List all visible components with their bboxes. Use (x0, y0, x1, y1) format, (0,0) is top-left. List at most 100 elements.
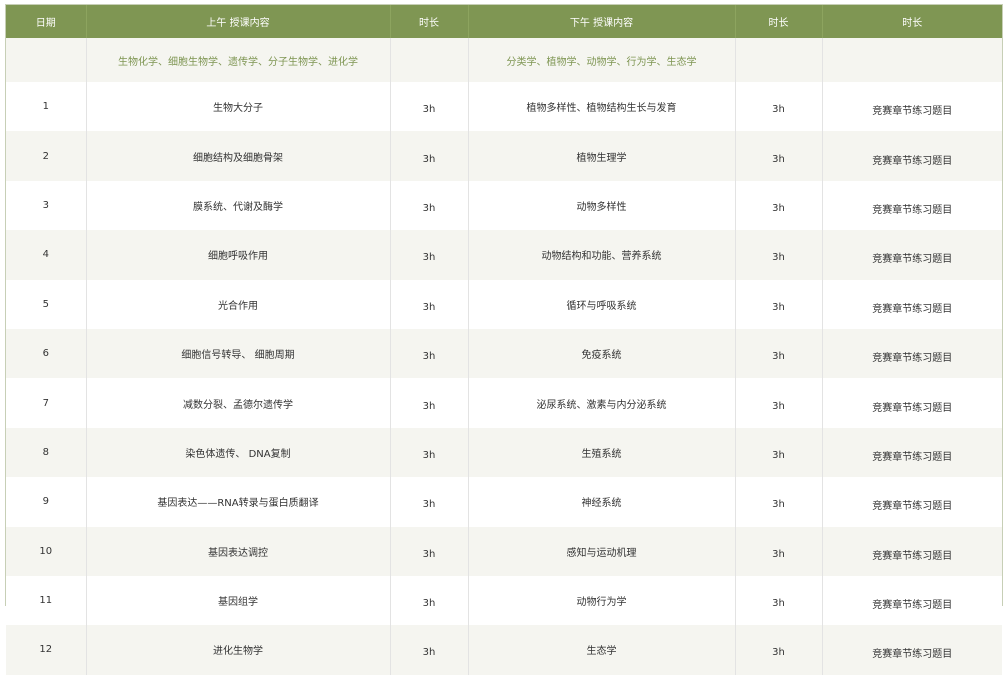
cell-afternoon-content: 生殖系统 (467, 427, 735, 478)
cell-morning-content: 细胞信号转导、 细胞周期 (85, 328, 390, 379)
cell-afternoon-duration: 3h (734, 131, 822, 181)
cell-morning-content: 减数分裂、孟德尔遗传学 (85, 378, 390, 428)
cell-afternoon-duration: 3h (734, 82, 822, 132)
cell-afternoon-content: 生态学 (467, 625, 735, 675)
cell-morning-duration: 3h (389, 82, 468, 132)
table-row: 11 基因组学 3h 动物行为学 3h 竞赛章节练习题目 (6, 575, 1002, 626)
cell-extra: 竞赛章节练习题目 (821, 378, 1002, 428)
header-afternoon-content: 下午 授课内容 (467, 5, 735, 38)
cell-day: 4 (6, 230, 86, 280)
cell-afternoon-duration: 3h (734, 575, 822, 626)
cell-afternoon-content: 感知与运动机理 (467, 526, 735, 576)
cell-morning-content: 膜系统、代谢及酶学 (85, 180, 390, 231)
cell-morning-content: 进化生物学 (85, 625, 390, 675)
cell-morning-duration: 3h (389, 378, 468, 428)
cell-afternoon-content: 动物行为学 (467, 575, 735, 626)
cell-morning-duration: 3h (389, 279, 468, 329)
cell-morning-duration: 3h (389, 131, 468, 181)
cell-morning-duration: 3h (389, 230, 468, 280)
cell-day: 8 (6, 427, 86, 478)
header-date: 日期 (6, 5, 86, 38)
cell-afternoon-content: 循环与呼吸系统 (467, 279, 735, 329)
table-row: 1 生物大分子 3h 植物多样性、植物结构生长与发育 3h 竞赛章节练习题目 (6, 82, 1002, 132)
cell-day: 6 (6, 328, 86, 379)
table-row: 8 染色体遗传、 DNA复制 3h 生殖系统 3h 竞赛章节练习题目 (6, 427, 1002, 478)
cell-extra: 竞赛章节练习题目 (821, 575, 1002, 626)
subheader-afternoon: 分类学、植物学、动物学、行为学、生态学 (467, 38, 735, 82)
cell-day: 12 (6, 625, 86, 675)
cell-afternoon-content: 免疫系统 (467, 328, 735, 379)
cell-morning-content: 细胞结构及细胞骨架 (85, 131, 390, 181)
cell-extra: 竞赛章节练习题目 (821, 477, 1002, 527)
subheader-row: 生物化学、细胞生物学、遗传学、分子生物学、进化学 分类学、植物学、动物学、行为学… (6, 38, 1002, 82)
cell-morning-content: 生物大分子 (85, 82, 390, 132)
cell-afternoon-content: 动物结构和功能、营养系统 (467, 230, 735, 280)
cell-morning-content: 光合作用 (85, 279, 390, 329)
cell-extra: 竞赛章节练习题目 (821, 328, 1002, 379)
table-row: 10 基因表达调控 3h 感知与运动机理 3h 竞赛章节练习题目 (6, 526, 1002, 576)
subheader-empty (821, 38, 1002, 82)
cell-day: 7 (6, 378, 86, 428)
cell-morning-duration: 3h (389, 477, 468, 527)
cell-day: 3 (6, 180, 86, 231)
cell-afternoon-duration: 3h (734, 180, 822, 231)
cell-morning-duration: 3h (389, 526, 468, 576)
header-afternoon-duration: 时长 (734, 5, 822, 38)
cell-morning-content: 基因表达调控 (85, 526, 390, 576)
cell-afternoon-duration: 3h (734, 279, 822, 329)
header-morning-content: 上午 授课内容 (85, 5, 390, 38)
cell-afternoon-duration: 3h (734, 230, 822, 280)
cell-extra: 竞赛章节练习题目 (821, 180, 1002, 231)
header-extra-duration: 时长 (821, 5, 1002, 38)
cell-afternoon-content: 神经系统 (467, 477, 735, 527)
cell-afternoon-duration: 3h (734, 427, 822, 478)
cell-day: 11 (6, 575, 86, 626)
table-row: 5 光合作用 3h 循环与呼吸系统 3h 竞赛章节练习题目 (6, 279, 1002, 329)
cell-afternoon-duration: 3h (734, 526, 822, 576)
cell-morning-content: 基因组学 (85, 575, 390, 626)
cell-morning-duration: 3h (389, 180, 468, 231)
cell-morning-duration: 3h (389, 328, 468, 379)
cell-extra: 竞赛章节练习题目 (821, 279, 1002, 329)
cell-extra: 竞赛章节练习题目 (821, 526, 1002, 576)
cell-day: 2 (6, 131, 86, 181)
cell-afternoon-duration: 3h (734, 477, 822, 527)
cell-afternoon-duration: 3h (734, 378, 822, 428)
cell-day: 5 (6, 279, 86, 329)
schedule-table: 日期 上午 授课内容 时长 下午 授课内容 时长 时长 生物化学、细胞生物学、遗… (6, 5, 1002, 675)
table-row: 9 基因表达——RNA转录与蛋白质翻译 3h 神经系统 3h 竞赛章节练习题目 (6, 477, 1002, 527)
cell-day: 10 (6, 526, 86, 576)
cell-day: 1 (6, 82, 86, 132)
cell-morning-duration: 3h (389, 427, 468, 478)
cell-extra: 竞赛章节练习题目 (821, 82, 1002, 132)
cell-afternoon-content: 植物多样性、植物结构生长与发育 (467, 82, 735, 132)
table-row: 4 细胞呼吸作用 3h 动物结构和功能、营养系统 3h 竞赛章节练习题目 (6, 230, 1002, 280)
subheader-morning: 生物化学、细胞生物学、遗传学、分子生物学、进化学 (85, 38, 390, 82)
table-row: 7 减数分裂、孟德尔遗传学 3h 泌尿系统、激素与内分泌系统 3h 竞赛章节练习题目 (6, 378, 1002, 428)
table-row: 3 膜系统、代谢及酶学 3h 动物多样性 3h 竞赛章节练习题目 (6, 180, 1002, 231)
cell-extra: 竞赛章节练习题目 (821, 230, 1002, 280)
cell-afternoon-content: 植物生理学 (467, 131, 735, 181)
cell-afternoon-content: 动物多样性 (467, 180, 735, 231)
cell-morning-duration: 3h (389, 625, 468, 675)
cell-morning-content: 染色体遗传、 DNA复制 (85, 427, 390, 478)
cell-day: 9 (6, 477, 86, 527)
header-row: 日期 上午 授课内容 时长 下午 授课内容 时长 时长 (6, 5, 1002, 38)
table-row: 12 进化生物学 3h 生态学 3h 竞赛章节练习题目 (6, 625, 1002, 675)
table-row: 6 细胞信号转导、 细胞周期 3h 免疫系统 3h 竞赛章节练习题目 (6, 328, 1002, 379)
subheader-empty (734, 38, 822, 82)
cell-afternoon-content: 泌尿系统、激素与内分泌系统 (467, 378, 735, 428)
table-row: 2 细胞结构及细胞骨架 3h 植物生理学 3h 竞赛章节练习题目 (6, 131, 1002, 181)
subheader-empty (389, 38, 468, 82)
cell-morning-content: 细胞呼吸作用 (85, 230, 390, 280)
schedule-table-container: 日期 上午 授课内容 时长 下午 授课内容 时长 时长 生物化学、细胞生物学、遗… (5, 4, 1003, 675)
cell-morning-content: 基因表达——RNA转录与蛋白质翻译 (85, 477, 390, 527)
header-morning-duration: 时长 (389, 5, 468, 38)
cell-afternoon-duration: 3h (734, 328, 822, 379)
subheader-empty (6, 38, 86, 82)
cell-morning-duration: 3h (389, 575, 468, 626)
cell-extra: 竞赛章节练习题目 (821, 625, 1002, 675)
cell-extra: 竞赛章节练习题目 (821, 131, 1002, 181)
cell-afternoon-duration: 3h (734, 625, 822, 675)
cell-extra: 竞赛章节练习题目 (821, 427, 1002, 478)
